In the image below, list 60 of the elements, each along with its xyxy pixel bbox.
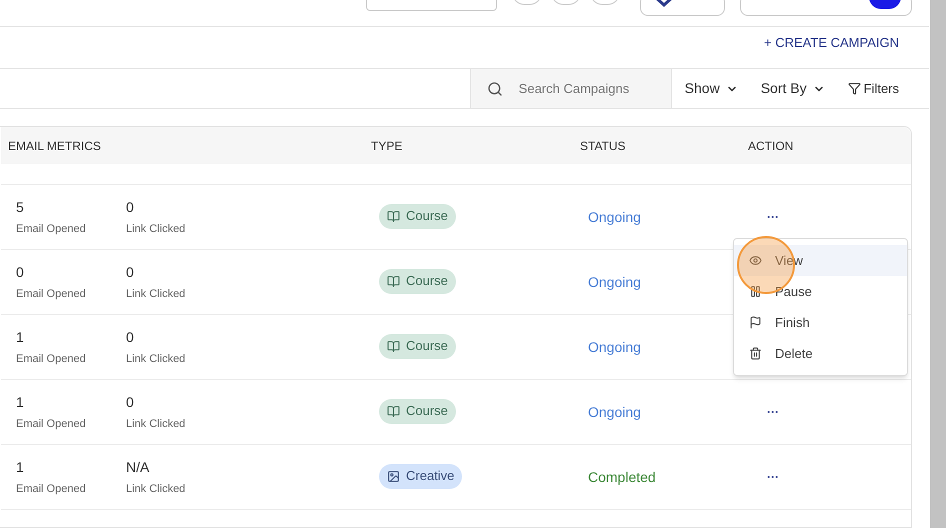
link-clicked-label: Link Clicked xyxy=(126,352,186,367)
email-opened-count: 1 xyxy=(16,328,25,347)
email-opened-label: Email Opened xyxy=(16,222,87,237)
more-actions-button[interactable]: ··· xyxy=(767,406,779,418)
delete-icon xyxy=(749,347,762,360)
top-card[interactable] xyxy=(740,0,912,16)
scrollbar[interactable] xyxy=(930,0,946,528)
email-opened-count: 1 xyxy=(16,392,25,412)
filter-icon xyxy=(848,82,861,95)
book-icon xyxy=(387,404,400,418)
type-badge: Creative xyxy=(379,464,462,488)
type-badge: Course xyxy=(379,268,456,294)
status-text: Ongoing xyxy=(588,272,642,292)
filters-button[interactable]: Filters xyxy=(838,69,899,108)
link-clicked-count: N/A xyxy=(126,458,150,477)
email-opened-label: Email Opened xyxy=(16,416,87,432)
search-field[interactable]: Search Campaigns xyxy=(470,69,672,108)
menu-item[interactable]: Finish xyxy=(734,307,907,338)
link-clicked-label: Link Clicked xyxy=(126,482,186,497)
email-opened-label: Email Opened xyxy=(16,352,87,367)
column-header: EMAIL METRICS xyxy=(8,138,102,154)
search-icon xyxy=(486,80,503,96)
book-icon xyxy=(387,340,400,352)
status-text: Ongoing xyxy=(588,402,642,422)
view-icon xyxy=(749,254,762,267)
link-clicked-label: Link Clicked xyxy=(126,416,186,432)
more-actions-button[interactable]: ··· xyxy=(767,211,779,223)
link-clicked-label: Link Clicked xyxy=(126,222,186,237)
pause-icon xyxy=(749,285,762,298)
show-dropdown[interactable]: Show xyxy=(672,69,748,108)
image-icon xyxy=(387,470,400,482)
type-badge: Course xyxy=(379,398,456,424)
menu-item[interactable]: Pause xyxy=(734,276,907,307)
link-clicked-count: 0 xyxy=(126,392,135,412)
status-text: Ongoing xyxy=(588,338,642,357)
column-header: TYPE xyxy=(371,138,404,154)
book-icon xyxy=(387,274,400,288)
email-opened-count: 1 xyxy=(16,458,25,477)
top-card[interactable] xyxy=(640,0,725,16)
book-icon xyxy=(387,210,400,222)
more-actions-button[interactable]: ··· xyxy=(767,471,779,483)
link-clicked-count: 0 xyxy=(126,328,135,347)
link-clicked-count: 0 xyxy=(126,262,135,282)
create-campaign-button[interactable]: + CREATE CAMPAIGN xyxy=(764,33,899,52)
link-clicked-count: 0 xyxy=(126,198,135,217)
email-opened-label: Email Opened xyxy=(16,286,87,302)
finish-icon xyxy=(749,316,762,329)
email-opened-count: 5 xyxy=(16,198,25,217)
status-text: Completed xyxy=(588,468,657,487)
search-input[interactable]: Search Campaigns xyxy=(518,78,659,98)
email-opened-label: Email Opened xyxy=(16,482,87,497)
column-header: STATUS xyxy=(580,138,627,154)
email-opened-count: 0 xyxy=(16,262,25,282)
column-header: ACTION xyxy=(748,138,794,154)
menu-item[interactable]: Delete xyxy=(734,338,907,369)
status-text: Ongoing xyxy=(588,208,642,227)
type-badge: Course xyxy=(379,204,456,228)
link-clicked-label: Link Clicked xyxy=(126,286,186,302)
type-badge: Course xyxy=(379,334,456,358)
sort-dropdown[interactable]: Sort By xyxy=(748,69,838,108)
